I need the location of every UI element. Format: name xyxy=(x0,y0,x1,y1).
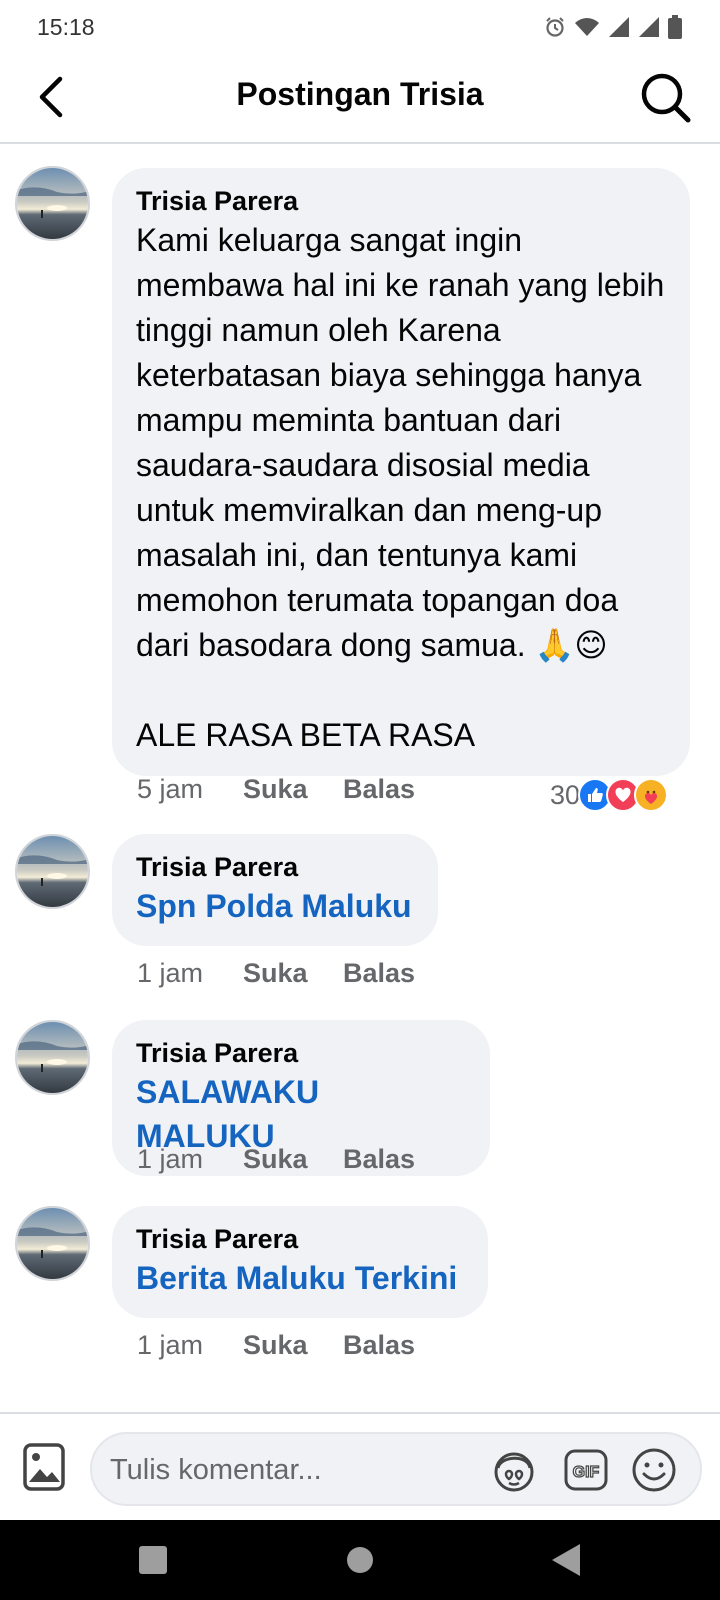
status-icons xyxy=(544,15,682,39)
wifi-icon xyxy=(575,18,599,36)
comment-bubble[interactable]: Trisia Parera Spn Polda Maluku xyxy=(112,834,438,946)
tagged-page-link[interactable]: Spn Polda Maluku xyxy=(136,884,414,928)
gif-button[interactable]: GIF xyxy=(562,1446,610,1494)
comment-input-box[interactable]: GIF xyxy=(90,1432,702,1506)
comment-bubble[interactable]: Trisia Parera Berita Maluku Terkini xyxy=(112,1206,488,1318)
comment-time: 1 jam xyxy=(137,1330,204,1360)
comment-time: 1 jam xyxy=(137,1144,204,1174)
search-button[interactable] xyxy=(638,70,694,126)
signal-icon xyxy=(639,17,659,37)
comment-author[interactable]: Trisia Parera xyxy=(136,1036,466,1070)
status-time: 15:18 xyxy=(37,13,95,40)
comment-actions: 5 jam Suka Balas xyxy=(137,774,415,805)
avatar[interactable] xyxy=(15,1020,90,1095)
search-icon xyxy=(641,73,691,123)
comment-actions: 1 jam Suka Balas xyxy=(137,958,415,989)
app-header: Postingan Trisia xyxy=(0,54,720,144)
avatar[interactable] xyxy=(15,1206,90,1281)
avatar-sticker-icon xyxy=(494,1452,534,1492)
page-title: Postingan Trisia xyxy=(236,76,484,112)
back-triangle-icon xyxy=(552,1544,580,1576)
comment-composer: GIF xyxy=(0,1412,720,1520)
home-icon xyxy=(347,1547,373,1573)
reply-button[interactable]: Balas xyxy=(343,1330,415,1361)
svg-text:GIF: GIF xyxy=(573,1464,600,1481)
reaction-count: 30 xyxy=(549,779,580,810)
reply-button[interactable]: Balas xyxy=(343,958,415,989)
reply-button[interactable]: Balas xyxy=(343,1144,415,1175)
system-nav-bar xyxy=(0,1520,720,1600)
gif-icon: GIF xyxy=(564,1449,608,1491)
emoji-icon xyxy=(632,1448,676,1492)
back-nav-button[interactable] xyxy=(546,1540,586,1580)
comment-input[interactable] xyxy=(110,1448,470,1492)
status-bar: 15:18 xyxy=(0,0,720,54)
comment-actions: 1 jam Suka Balas xyxy=(137,1144,415,1175)
reply-button[interactable]: Balas xyxy=(343,774,415,805)
like-button[interactable]: Suka xyxy=(243,1330,343,1361)
comment-author[interactable]: Trisia Parera xyxy=(136,850,414,884)
comment-time: 1 jam xyxy=(137,958,204,988)
recents-button[interactable] xyxy=(133,1540,173,1580)
battery-icon xyxy=(668,15,682,39)
like-button[interactable]: Suka xyxy=(243,958,343,989)
reaction-summary[interactable]: 30 xyxy=(550,778,668,812)
avatar[interactable] xyxy=(15,166,90,241)
photo-button[interactable] xyxy=(22,1442,70,1494)
like-button[interactable]: Suka xyxy=(243,774,343,805)
tagged-page-link[interactable]: Berita Maluku Terkini xyxy=(136,1256,464,1300)
recents-icon xyxy=(139,1546,167,1574)
emoji-button[interactable] xyxy=(630,1446,678,1494)
photo-icon xyxy=(23,1443,65,1491)
like-button[interactable]: Suka xyxy=(243,1144,343,1175)
avatar[interactable] xyxy=(15,834,90,909)
avatar-sticker-button[interactable] xyxy=(490,1446,538,1494)
comment-text: Kami keluarga sangat ingin membawa hal i… xyxy=(136,222,665,753)
comment-actions: 1 jam Suka Balas xyxy=(137,1330,415,1361)
comments-feed[interactable]: Trisia Parera Kami keluarga sangat ingin… xyxy=(0,146,720,1412)
comment-author[interactable]: Trisia Parera xyxy=(136,1222,464,1256)
signal-icon xyxy=(609,17,629,37)
comment-time: 5 jam xyxy=(137,774,204,804)
comment-bubble[interactable]: Trisia Parera Kami keluarga sangat ingin… xyxy=(112,168,690,776)
comment-author[interactable]: Trisia Parera xyxy=(136,184,666,218)
home-button[interactable] xyxy=(340,1540,380,1580)
care-icon xyxy=(634,778,668,812)
alarm-icon xyxy=(546,17,564,37)
